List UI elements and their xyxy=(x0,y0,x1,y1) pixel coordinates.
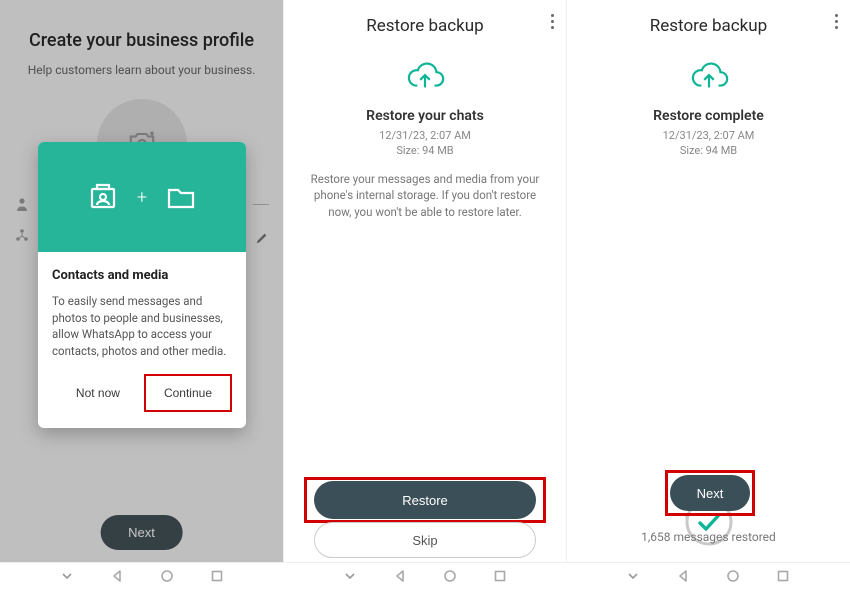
back-icon[interactable] xyxy=(393,568,407,587)
folder-icon xyxy=(165,181,197,213)
continue-button[interactable]: Continue xyxy=(154,380,222,406)
chevron-down-icon[interactable] xyxy=(343,568,357,587)
highlight-box: Next xyxy=(665,470,755,516)
panel-business-profile: Create your business profile Help custom… xyxy=(0,0,283,562)
appbar: Restore backup xyxy=(284,0,566,52)
backup-meta: 12/31/23, 2:07 AM Size: 94 MB xyxy=(284,128,566,159)
plus-icon: + xyxy=(137,187,147,208)
highlight-box: Continue xyxy=(144,374,232,412)
overflow-menu-icon[interactable] xyxy=(835,14,838,29)
recent-apps-icon[interactable] xyxy=(210,568,224,587)
backup-date: 12/31/23, 2:07 AM xyxy=(379,129,471,142)
panel-restore-complete: Restore backup Restore complete 12/31/23… xyxy=(566,0,850,562)
android-nav xyxy=(567,563,850,592)
section-title: Restore your chats xyxy=(284,108,566,124)
home-icon[interactable] xyxy=(443,568,457,587)
panel-restore-backup: Restore backup Restore your chats 12/31/… xyxy=(283,0,566,562)
cloud-upload-icon xyxy=(284,58,566,98)
back-icon[interactable] xyxy=(676,568,690,587)
recent-apps-icon[interactable] xyxy=(493,568,507,587)
home-icon[interactable] xyxy=(160,568,174,587)
permissions-dialog: + Contacts and media To easily send mess… xyxy=(38,142,246,428)
dialog-body-text: To easily send messages and photos to pe… xyxy=(52,293,232,360)
chevron-down-icon[interactable] xyxy=(626,568,640,587)
backup-date: 12/31/23, 2:07 AM xyxy=(663,129,755,142)
overflow-menu-icon[interactable] xyxy=(551,14,554,29)
restored-count: 1,658 messages restored xyxy=(567,530,850,544)
appbar-title: Restore backup xyxy=(650,16,767,36)
backup-size: Size: 94 MB xyxy=(396,144,453,157)
backup-meta: 12/31/23, 2:07 AM Size: 94 MB xyxy=(567,128,850,159)
backup-size: Size: 94 MB xyxy=(680,144,737,157)
dialog-header: + xyxy=(38,142,246,252)
cloud-upload-icon xyxy=(567,58,850,98)
android-nav xyxy=(0,563,283,592)
appbar: Restore backup xyxy=(567,0,850,52)
android-nav-row xyxy=(0,562,850,592)
back-icon[interactable] xyxy=(110,568,124,587)
contact-card-icon xyxy=(87,181,119,213)
appbar-title: Restore backup xyxy=(366,16,483,36)
next-button[interactable]: Next xyxy=(670,475,750,511)
section-title: Restore complete xyxy=(567,108,850,124)
restore-description: Restore your messages and media from you… xyxy=(284,171,566,221)
android-nav xyxy=(283,563,566,592)
home-icon[interactable] xyxy=(726,568,740,587)
not-now-button[interactable]: Not now xyxy=(66,380,130,406)
recent-apps-icon[interactable] xyxy=(776,568,790,587)
dialog-title: Contacts and media xyxy=(52,268,232,283)
skip-button[interactable]: Skip xyxy=(314,522,536,558)
chevron-down-icon[interactable] xyxy=(60,568,74,587)
